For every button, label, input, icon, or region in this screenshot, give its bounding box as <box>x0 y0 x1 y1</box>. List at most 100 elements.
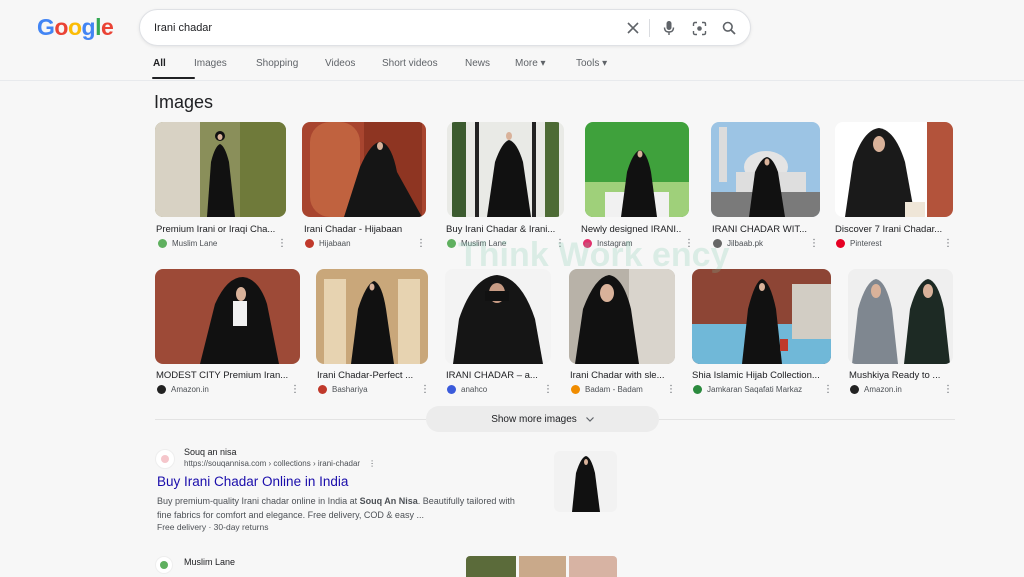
site-favicon-icon <box>693 385 702 394</box>
lens-camera-icon[interactable] <box>690 19 708 37</box>
image-caption[interactable]: IRANI CHADAR – a... <box>446 370 546 381</box>
tab-news[interactable]: News <box>465 57 515 79</box>
source-label: Pinterest <box>850 239 882 248</box>
result-url-text: https://souqannisa.com › collections › i… <box>184 459 361 468</box>
clear-icon[interactable] <box>624 19 642 37</box>
result-image-strip[interactable] <box>466 556 617 577</box>
tab-tools[interactable]: Tools ▾ <box>576 57 626 79</box>
image-source[interactable]: Muslim Lane <box>447 239 506 248</box>
source-label: Jilbaab.pk <box>727 239 764 248</box>
images-section-title: Images <box>154 92 214 112</box>
source-label: Muslim Lane <box>461 239 507 248</box>
site-favicon-icon <box>155 449 175 469</box>
result-site-name[interactable]: Souq an nisa <box>184 447 237 457</box>
tab-short-videos[interactable]: Short videos <box>382 57 465 79</box>
divider <box>155 419 426 420</box>
image-caption[interactable]: Discover 7 Irani Chadar... <box>835 224 949 235</box>
search-divider <box>649 19 650 37</box>
image-source[interactable]: Bashariya <box>318 385 368 394</box>
microphone-icon[interactable] <box>660 19 678 37</box>
snippet-highlight: Souq An Nisa <box>359 496 418 506</box>
image-result[interactable] <box>711 122 820 217</box>
image-result[interactable] <box>155 122 286 217</box>
image-caption[interactable]: Irani Chadar-Perfect ... <box>317 370 423 381</box>
image-source[interactable]: Amazon.in <box>850 385 902 394</box>
more-options-icon[interactable]: ⋮ <box>943 239 953 249</box>
image-source[interactable]: Jilbaab.pk <box>713 239 763 248</box>
image-caption[interactable]: Irani Chadar with sle... <box>570 370 670 381</box>
more-options-icon[interactable]: ⋮ <box>666 385 676 395</box>
tab-label: Videos <box>325 58 356 69</box>
image-caption[interactable]: Mushkiya Ready to ... <box>849 370 949 381</box>
tab-label: Tools ▾ <box>576 58 608 69</box>
more-options-icon[interactable]: ⋮ <box>809 239 819 249</box>
source-label: anahco <box>461 385 488 394</box>
site-favicon-icon <box>713 239 722 248</box>
image-source[interactable]: anahco <box>447 385 487 394</box>
site-favicon-icon <box>583 239 592 248</box>
result-url[interactable]: https://souqannisa.com › collections › i… <box>184 459 376 468</box>
image-source[interactable]: Muslim Lane <box>158 239 217 248</box>
image-result[interactable] <box>447 122 564 217</box>
result-site-name[interactable]: Muslim Lane <box>184 557 235 567</box>
site-favicon-icon <box>571 385 580 394</box>
image-result[interactable] <box>835 122 953 217</box>
google-logo[interactable]: Google <box>37 14 114 41</box>
image-source[interactable]: Hijabaan <box>305 239 351 248</box>
search-icon[interactable] <box>720 19 738 37</box>
search-box <box>139 9 751 46</box>
image-caption[interactable]: Shia Islamic Hijab Collection... <box>692 370 828 381</box>
more-options-icon[interactable]: ⋮ <box>368 459 376 468</box>
show-more-images-button[interactable]: Show more images <box>426 406 659 432</box>
image-caption[interactable]: IRANI CHADAR WIT... <box>712 224 814 235</box>
site-favicon-icon <box>318 385 327 394</box>
image-result[interactable] <box>585 122 689 217</box>
more-options-icon[interactable]: ⋮ <box>943 385 953 395</box>
tab-label: Images <box>194 58 227 69</box>
header-divider <box>0 80 1024 81</box>
more-options-icon[interactable]: ⋮ <box>555 239 565 249</box>
site-favicon-icon <box>836 239 845 248</box>
logo-letter: o <box>54 14 68 40</box>
more-options-icon[interactable]: ⋮ <box>823 385 833 395</box>
result-snippet: Buy premium-quality Irani chadar online … <box>157 494 517 522</box>
image-caption[interactable]: Premium Irani or Iraqi Cha... <box>156 224 280 235</box>
image-result[interactable] <box>302 122 426 217</box>
tab-videos[interactable]: Videos <box>325 57 382 79</box>
image-caption[interactable]: Newly designed IRANI... <box>581 224 681 235</box>
image-result[interactable] <box>848 269 953 364</box>
image-source[interactable]: Amazon.in <box>157 385 209 394</box>
snippet-text: Buy premium-quality Irani chadar online … <box>157 496 360 506</box>
image-result[interactable] <box>445 269 551 364</box>
tab-label: News <box>465 58 491 69</box>
image-result[interactable] <box>569 269 675 364</box>
image-result[interactable] <box>692 269 831 364</box>
tab-all[interactable]: All <box>152 57 195 79</box>
tab-images[interactable]: Images <box>194 57 256 79</box>
more-options-icon[interactable]: ⋮ <box>684 239 694 249</box>
image-result[interactable] <box>155 269 300 364</box>
more-options-icon[interactable]: ⋮ <box>543 385 553 395</box>
strip-image[interactable] <box>519 556 566 577</box>
result-thumbnail[interactable] <box>554 451 617 512</box>
strip-image[interactable] <box>569 556 617 577</box>
image-source[interactable]: Jamkaran Saqafati Markaz <box>693 385 802 394</box>
image-source[interactable]: Pinterest <box>836 239 882 248</box>
image-result[interactable] <box>316 269 428 364</box>
site-favicon-icon <box>305 239 314 248</box>
image-caption[interactable]: Irani Chadar - Hijabaan <box>304 224 422 235</box>
image-source[interactable]: Instagram <box>583 239 633 248</box>
image-caption[interactable]: MODEST CITY Premium Iran... <box>156 370 296 381</box>
strip-image[interactable] <box>466 556 516 577</box>
image-caption[interactable]: Buy Irani Chadar & Irani... <box>446 224 560 235</box>
tab-shopping[interactable]: Shopping <box>256 57 325 79</box>
source-label: Amazon.in <box>171 385 209 394</box>
result-title-link[interactable]: Buy Irani Chadar Online in India <box>157 474 348 489</box>
more-options-icon[interactable]: ⋮ <box>290 385 300 395</box>
image-source[interactable]: Badam - Badam <box>571 385 643 394</box>
more-options-icon[interactable]: ⋮ <box>277 239 287 249</box>
search-input[interactable] <box>154 19 594 37</box>
more-options-icon[interactable]: ⋮ <box>416 239 426 249</box>
more-options-icon[interactable]: ⋮ <box>420 385 430 395</box>
tab-more[interactable]: More ▾ <box>515 57 576 79</box>
